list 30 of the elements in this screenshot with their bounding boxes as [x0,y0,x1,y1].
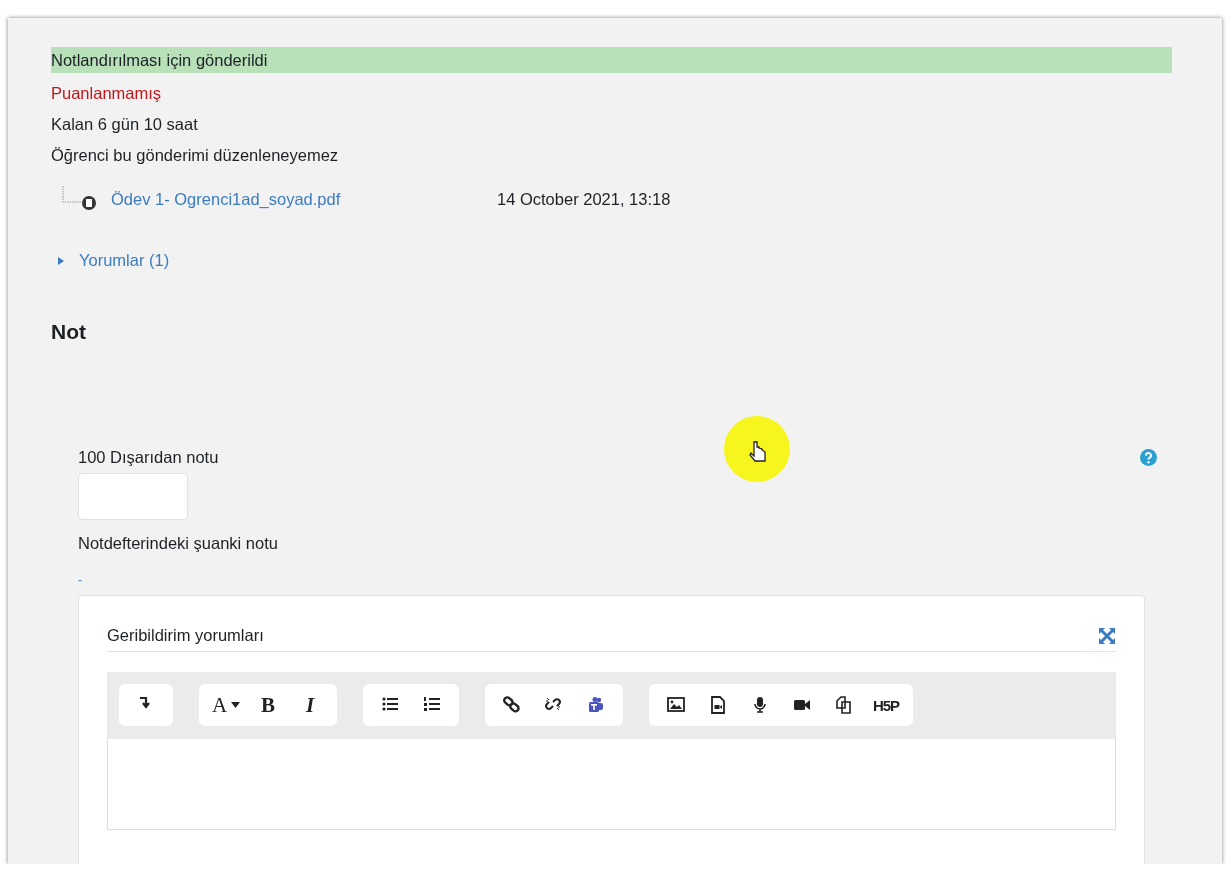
cursor-highlight-icon [724,416,790,482]
help-icon[interactable] [1140,449,1157,466]
section-heading: Not [51,320,87,345]
current-grade-link[interactable]: - [78,573,82,587]
file-date: 14 October 2021, 13:18 [497,189,671,209]
link-icon [503,696,521,714]
file-link[interactable]: Ödev 1- Ogrenci1ad_soyad.pdf [111,189,497,209]
numbered-list-icon [423,696,441,714]
grade-input-field[interactable] [78,473,188,520]
status-text: Puanlanmamış [51,84,162,103]
expand-icon[interactable] [1098,626,1116,645]
microphone-icon [751,696,769,714]
image-icon [667,696,685,714]
h5p-button[interactable]: H5P [865,684,907,726]
document-icon [709,696,727,714]
people-icon [587,696,605,714]
bold-button[interactable]: B [247,684,289,726]
comments-link[interactable]: Yorumlar (1) [79,251,170,270]
caret-icon [231,702,241,708]
tree-file-icon [61,186,99,212]
italic-button[interactable]: I [289,684,331,726]
text-editor-field[interactable] [107,739,1116,830]
font-style-button[interactable]: A [205,684,247,726]
field-label: Notdefterindeki şuanki notu [78,534,279,553]
status-text: Kalan 6 gün 10 saat [51,115,198,134]
copy-icon [835,696,853,714]
editor-label: Geribildirim yorumları [107,626,264,645]
status-text: Öğrenci bu gönderimi düzenleneyemez [51,146,339,165]
field-label: 100 Dışarıdan notu [78,448,219,467]
status-text: Notlandırılması için gönderildi [51,50,268,70]
